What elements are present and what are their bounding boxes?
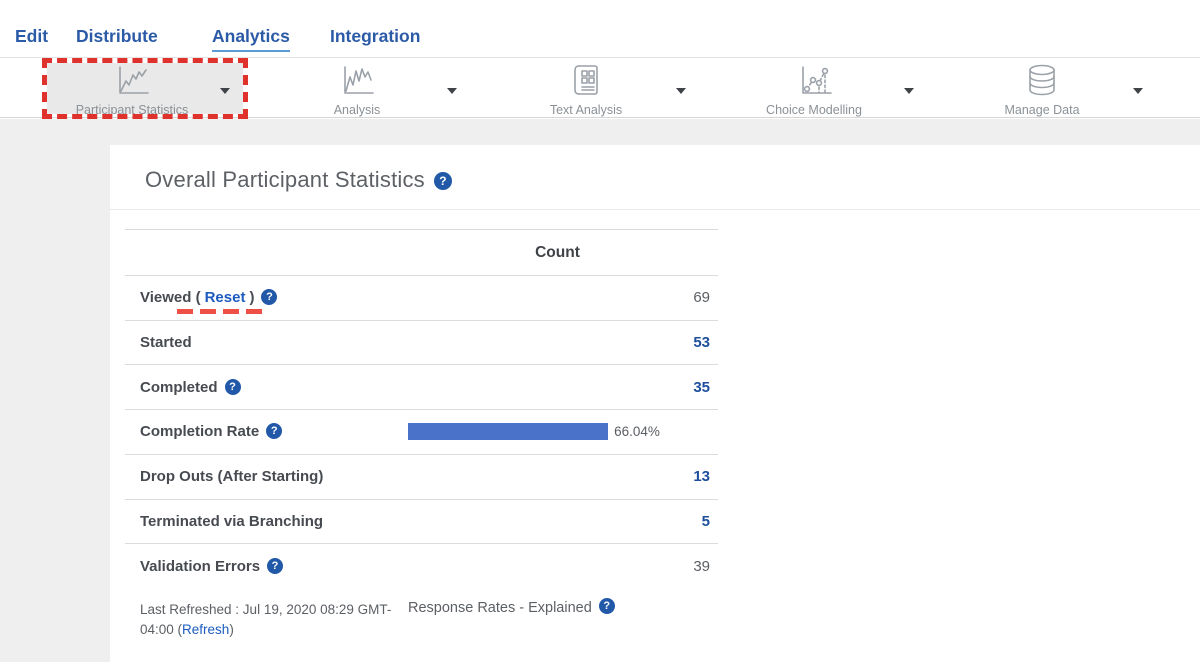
chevron-down-icon[interactable] — [1133, 88, 1143, 94]
toolbar-item-manage-data[interactable]: Manage Data — [947, 63, 1137, 117]
chevron-down-icon[interactable] — [904, 88, 914, 94]
page-title: Overall Participant Statistics — [145, 167, 425, 193]
top-navigation: Edit Distribute Analytics Integration — [0, 0, 1200, 57]
refresh-link[interactable]: Refresh — [182, 622, 229, 637]
table-row-terminated: Terminated via Branching 5 — [125, 499, 718, 544]
nav-item-edit[interactable]: Edit — [15, 26, 48, 47]
row-label-text: Completion Rate — [140, 423, 259, 440]
row-label-text: Completed — [140, 379, 218, 396]
row-value: 53 — [693, 334, 710, 351]
row-label: Started — [140, 334, 192, 351]
row-label: Completion Rate — [140, 423, 282, 440]
table-row-completed: Completed 35 — [125, 364, 718, 409]
help-icon[interactable] — [434, 172, 452, 190]
document-grid-icon — [566, 63, 606, 97]
trend-chart-icon — [337, 63, 377, 97]
row-label-text: Viewed ( — [140, 289, 201, 306]
chevron-down-icon[interactable] — [220, 88, 230, 94]
table-footer: Last Refreshed : Jul 19, 2020 08:29 GMT-… — [125, 588, 718, 641]
nav-item-distribute[interactable]: Distribute — [76, 26, 158, 47]
row-label-text: Validation Errors — [140, 558, 260, 575]
row-label: Validation Errors — [140, 558, 283, 575]
toolbar-item-label: Manage Data — [947, 103, 1137, 117]
overall-statistics-card: Overall Participant Statistics Count Vie… — [110, 145, 1200, 662]
toolbar-item-participant-statistics[interactable]: Participant Statistics — [37, 63, 227, 117]
analytics-toolbar: Participant Statistics Analysis Text Ana… — [0, 57, 1200, 118]
card-header: Overall Participant Statistics — [110, 145, 1200, 210]
database-icon — [1022, 63, 1062, 97]
toolbar-item-analysis[interactable]: Analysis — [262, 63, 452, 117]
nav-item-analytics[interactable]: Analytics — [212, 26, 290, 52]
toolbar-item-label: Choice Modelling — [719, 103, 909, 117]
participant-statistics-table: Count Viewed (Reset) 69 Started 53 Compl… — [125, 229, 718, 640]
completion-bar-label: 66.04% — [614, 424, 660, 439]
annotation-dashed-underline — [177, 309, 263, 314]
table-row-drop-outs: Drop Outs (After Starting) 13 — [125, 454, 718, 499]
table-row-completion-rate: Completion Rate 66.04% — [125, 409, 718, 454]
completion-rate-bar: 66.04% — [408, 410, 711, 454]
toolbar-item-text-analysis[interactable]: Text Analysis — [491, 63, 681, 117]
row-value: 39 — [693, 558, 710, 575]
row-label: Completed — [140, 379, 241, 396]
toolbar-item-label: Text Analysis — [491, 103, 681, 117]
toolbar-item-label: Participant Statistics — [37, 103, 227, 117]
row-value: 35 — [693, 379, 710, 396]
last-refreshed-suffix: ) — [229, 622, 234, 637]
help-icon[interactable] — [261, 289, 277, 305]
row-label-text: ) — [249, 289, 254, 306]
row-value: 5 — [702, 513, 710, 530]
last-refreshed-prefix: Last Refreshed : Jul 19, 2020 08:29 GMT-… — [140, 602, 391, 637]
toolbar-item-label: Analysis — [262, 103, 452, 117]
completion-bar-fill — [408, 423, 608, 440]
help-icon[interactable] — [225, 379, 241, 395]
toolbar-item-choice-modelling[interactable]: Choice Modelling — [719, 63, 909, 117]
nav-item-integration[interactable]: Integration — [330, 26, 420, 47]
last-refreshed-text: Last Refreshed : Jul 19, 2020 08:29 GMT-… — [140, 600, 408, 641]
row-value: 13 — [693, 468, 710, 485]
table-row-started: Started 53 — [125, 320, 718, 365]
row-label: Viewed (Reset) — [140, 289, 277, 306]
help-icon[interactable] — [599, 598, 615, 614]
response-rates-explained: Response Rates - Explained — [408, 600, 615, 616]
table-row-validation-errors: Validation Errors 39 — [125, 543, 718, 588]
chevron-down-icon[interactable] — [447, 88, 457, 94]
table-row-viewed: Viewed (Reset) 69 — [125, 275, 718, 320]
help-icon[interactable] — [266, 423, 282, 439]
row-label: Drop Outs (After Starting) — [140, 468, 323, 485]
table-header-row: Count — [125, 229, 718, 275]
count-column-header: Count — [405, 244, 710, 262]
response-rates-label: Response Rates - Explained — [408, 600, 592, 616]
row-label: Terminated via Branching — [140, 513, 323, 530]
line-chart-icon — [112, 63, 152, 97]
scatter-trend-icon — [794, 63, 834, 97]
help-icon[interactable] — [267, 558, 283, 574]
reset-link[interactable]: Reset — [205, 289, 246, 306]
row-value: 69 — [693, 289, 710, 306]
chevron-down-icon[interactable] — [676, 88, 686, 94]
